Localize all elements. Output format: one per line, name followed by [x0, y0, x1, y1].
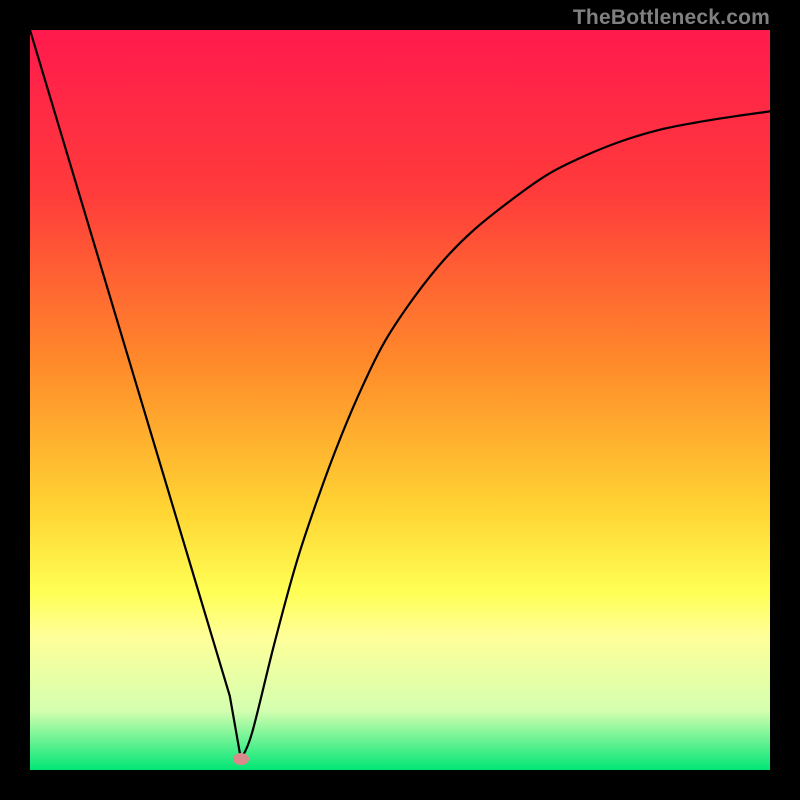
optimal-point-marker	[233, 753, 249, 765]
plot-area	[30, 30, 770, 770]
bottleneck-curve	[30, 30, 770, 770]
chart-container: TheBottleneck.com	[0, 0, 800, 800]
watermark-text: TheBottleneck.com	[573, 6, 770, 30]
